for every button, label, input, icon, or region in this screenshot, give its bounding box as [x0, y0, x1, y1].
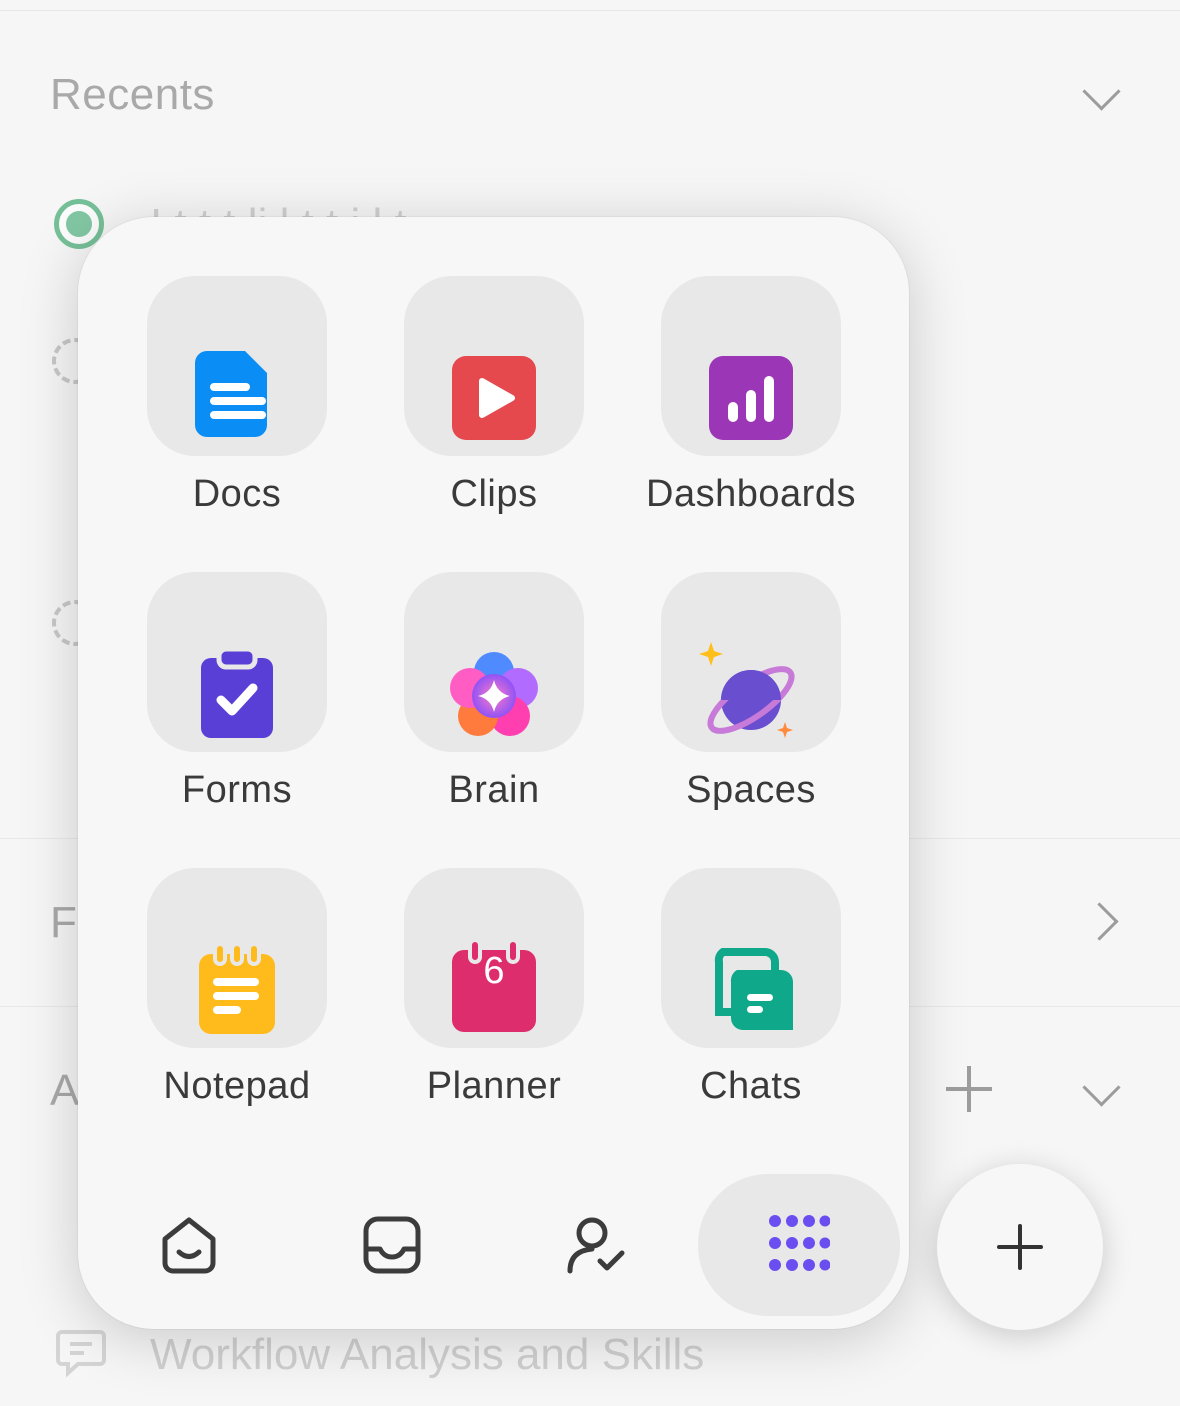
tab-more[interactable] [698, 1174, 900, 1316]
chevron-down-icon[interactable] [1082, 72, 1121, 111]
recents-title: Recents [50, 70, 215, 119]
apps-popup: Docs Clips Dashboards Forms Brain Spaces… [78, 217, 909, 1329]
app-forms[interactable]: Forms [109, 572, 365, 832]
person-check-icon [567, 1217, 625, 1274]
app-chats[interactable]: Chats [623, 868, 879, 1128]
app-label: Clips [450, 473, 538, 515]
app-clips[interactable]: Clips [366, 276, 622, 536]
planner-icon [452, 938, 536, 1032]
forms-icon [201, 646, 273, 738]
home-icon [162, 1217, 216, 1274]
notepad-icon [199, 942, 275, 1034]
grid-dots-icon [769, 1215, 830, 1271]
brain-icon [450, 652, 538, 736]
divider [0, 10, 1180, 11]
dashboards-icon [709, 356, 793, 440]
tab-assigned[interactable] [511, 1175, 681, 1315]
app-planner[interactable]: 6 Planner [366, 868, 622, 1128]
app-label: Spaces [686, 769, 816, 811]
chevron-down-icon[interactable] [1082, 1068, 1121, 1107]
docs-icon [195, 351, 267, 437]
all-title: A [50, 1066, 80, 1115]
create-button[interactable] [937, 1164, 1103, 1330]
spaces-icon [699, 642, 795, 738]
inbox-icon [363, 1216, 421, 1274]
app-label: Forms [181, 769, 293, 811]
chevron-right-icon[interactable] [1080, 902, 1119, 941]
app-label: Planner [426, 1065, 562, 1107]
app-brain[interactable]: Brain [366, 572, 622, 832]
app-spaces[interactable]: Spaces [623, 572, 879, 832]
chats-icon [714, 948, 793, 1030]
tab-inbox[interactable] [307, 1175, 477, 1315]
list-item-title[interactable]: Workflow Analysis and Skills [150, 1330, 704, 1380]
app-notepad[interactable]: Notepad [109, 868, 365, 1128]
app-docs[interactable]: Docs [109, 276, 365, 536]
chat-bubble-icon [56, 1330, 106, 1378]
clips-icon [452, 356, 536, 440]
add-icon[interactable] [946, 1066, 992, 1112]
favorites-title: F [50, 898, 78, 947]
app-label: Dashboards [646, 473, 856, 515]
planner-date-badge: 6 [483, 950, 505, 992]
app-dashboards[interactable]: Dashboards [623, 276, 879, 536]
app-label: Chats [700, 1065, 802, 1107]
app-label: Docs [192, 473, 282, 515]
tab-home[interactable] [104, 1175, 274, 1315]
app-label: Notepad [163, 1065, 311, 1107]
app-label: Brain [448, 769, 540, 811]
